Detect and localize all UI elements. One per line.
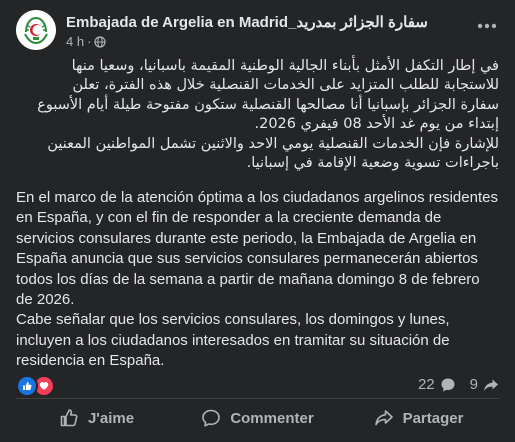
spanish-paragraph: En el marco de la atención óptima a los … (16, 189, 498, 309)
post-meta: 4 h · (66, 34, 107, 49)
shares-count-value: 9 (469, 376, 478, 393)
share-arrow-icon (484, 379, 498, 391)
thumbs-up-icon (60, 409, 78, 427)
post-time[interactable]: 4 h (66, 34, 84, 49)
post-header: Embajada de Argelia en Madrid_سفارة الجز… (16, 10, 499, 52)
post-text-arabic: في إطار التكفل الأمثل بأبناء الجالية الو… (30, 57, 499, 173)
meta-separator: · (87, 34, 92, 49)
arabic-paragraph: للإشارة فإن الخدمات القنصلية يومي الاحد … (47, 135, 499, 172)
comment-label: Commenter (230, 409, 314, 427)
like-label: J'aime (87, 409, 135, 427)
share-button[interactable]: Partager (338, 400, 499, 436)
embassy-logo-icon (16, 10, 56, 50)
spanish-paragraph: Cabe señalar que los servicios consulare… (16, 311, 450, 370)
like-icon (16, 375, 38, 397)
globe-icon[interactable] (94, 35, 107, 48)
comments-count[interactable]: 22 (418, 376, 456, 393)
comment-icon (202, 409, 221, 427)
post-stats: 22 9 (16, 374, 499, 397)
share-label: Partager (402, 409, 464, 427)
post-card: Embajada de Argelia en Madrid_سفارة الجز… (0, 0, 515, 442)
post-actions: J'aime Commenter Partager (16, 400, 499, 436)
arabic-paragraph: في إطار التكفل الأمثل بأبناء الجالية الو… (37, 58, 499, 133)
shares-count[interactable]: 9 (470, 376, 499, 393)
reactions-summary[interactable] (16, 375, 55, 397)
actions-divider (16, 398, 499, 399)
page-avatar[interactable] (16, 10, 56, 50)
like-button[interactable]: J'aime (16, 400, 177, 436)
engagement-counts: 22 9 (418, 376, 499, 393)
page-name[interactable]: Embajada de Argelia en Madrid_سفارة الجز… (66, 13, 428, 31)
comment-button[interactable]: Commenter (177, 400, 338, 436)
more-options-icon[interactable] (475, 18, 499, 34)
comments-count-value: 22 (417, 376, 435, 393)
share-icon (374, 410, 393, 426)
comment-bubble-icon (441, 378, 455, 391)
post-text-spanish: En el marco de la atención óptima a los … (16, 188, 499, 372)
